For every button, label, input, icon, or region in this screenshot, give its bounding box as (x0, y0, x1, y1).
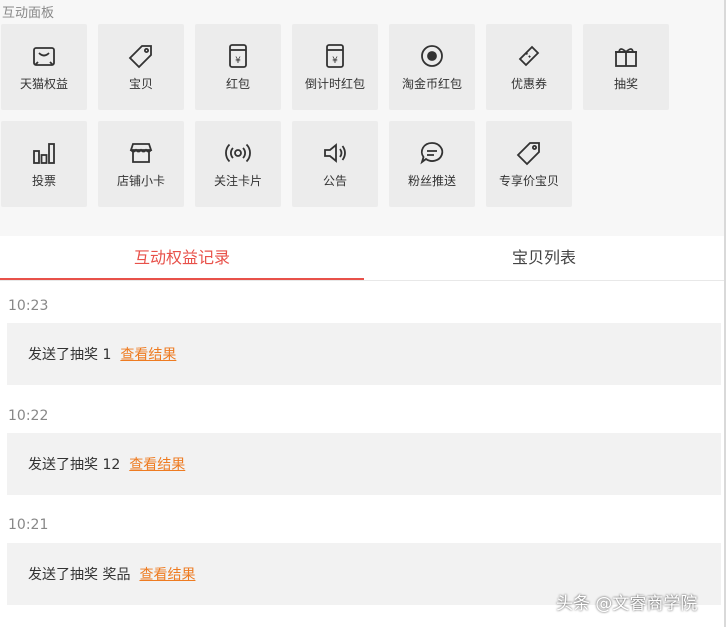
tile-lottery[interactable]: 抽奖 (583, 24, 669, 110)
gold-coin-icon (418, 42, 446, 70)
svg-text:¥: ¥ (332, 56, 338, 66)
record-text: 发送了抽奖 1 (28, 347, 112, 363)
tile-label: 公告 (322, 174, 347, 188)
tag-icon (127, 42, 155, 70)
tile-label: 专享价宝贝 (498, 174, 559, 188)
tile-fan-push[interactable]: 粉丝推送 (389, 121, 475, 207)
record-row: 发送了抽奖 12 查看结果 (7, 433, 721, 495)
tile-label: 天猫权益 (19, 77, 68, 91)
view-result-link[interactable]: 查看结果 (139, 564, 195, 584)
tile-gold-coin-envelope[interactable]: 淘金币红包 (389, 24, 475, 110)
broadcast-icon (224, 139, 252, 167)
tile-label: 关注卡片 (213, 174, 262, 188)
tile-store-card[interactable]: 店铺小卡 (98, 121, 184, 207)
store-icon (127, 139, 155, 167)
records-panel: 互动权益记录 宝贝列表 10:23 发送了抽奖 1 查看结果 10:22 发送了… (0, 236, 724, 627)
record-time: 10:22 (8, 408, 49, 424)
tile-tmall-benefits[interactable]: 天猫权益 (1, 24, 87, 110)
tile-label: 宝贝 (128, 77, 153, 91)
record-row: 发送了抽奖 1 查看结果 (7, 323, 721, 385)
svg-text:¥: ¥ (235, 56, 241, 66)
view-result-link[interactable]: 查看结果 (129, 454, 185, 474)
coupon-icon (515, 42, 543, 70)
tile-label: 粉丝推送 (407, 174, 456, 188)
tile-follow-card[interactable]: 关注卡片 (195, 121, 281, 207)
bar-chart-icon (30, 139, 58, 167)
tile-label: 淘金币红包 (401, 77, 462, 91)
tile-red-envelope[interactable]: ¥ 红包 (195, 24, 281, 110)
record-text: 发送了抽奖 12 (28, 457, 121, 473)
gift-icon (612, 42, 640, 70)
countdown-envelope-icon: ¥ (321, 42, 349, 70)
tile-coupon[interactable]: 优惠券 (486, 24, 572, 110)
tile-label: 投票 (31, 174, 56, 188)
tile-countdown-envelope[interactable]: ¥ 倒计时红包 (292, 24, 378, 110)
record-time: 10:21 (8, 517, 49, 533)
price-tag-icon (515, 139, 543, 167)
chat-bubble-icon (418, 139, 446, 167)
tile-announcement[interactable]: 公告 (292, 121, 378, 207)
tmall-bag-icon (30, 42, 58, 70)
active-tab-indicator (0, 278, 364, 280)
tab-interaction-records[interactable]: 互动权益记录 (0, 236, 364, 280)
tile-label: 店铺小卡 (116, 174, 165, 188)
panel-title: 互动面板 (2, 6, 55, 21)
tile-label: 优惠券 (510, 77, 547, 91)
interaction-panel: 互动面板 天猫权益 宝贝 ¥ 红包 ¥ 倒计时红包 淘金币红包 优惠券 抽奖 投… (0, 0, 726, 215)
red-envelope-icon: ¥ (224, 42, 252, 70)
record-time: 10:23 (8, 298, 49, 314)
tile-vote[interactable]: 投票 (1, 121, 87, 207)
tile-exclusive-price-item[interactable]: 专享价宝贝 (486, 121, 572, 207)
tile-label: 红包 (225, 77, 250, 91)
tile-label: 倒计时红包 (304, 77, 365, 91)
tile-label: 抽奖 (613, 77, 638, 91)
view-result-link[interactable]: 查看结果 (120, 344, 176, 364)
record-text: 发送了抽奖 奖品 (28, 567, 131, 583)
watermark: 头条 @文睿商学院 (556, 594, 698, 614)
speaker-icon (321, 139, 349, 167)
tab-bar: 互动权益记录 宝贝列表 (0, 236, 724, 281)
tile-item[interactable]: 宝贝 (98, 24, 184, 110)
tab-item-list[interactable]: 宝贝列表 (364, 236, 724, 280)
